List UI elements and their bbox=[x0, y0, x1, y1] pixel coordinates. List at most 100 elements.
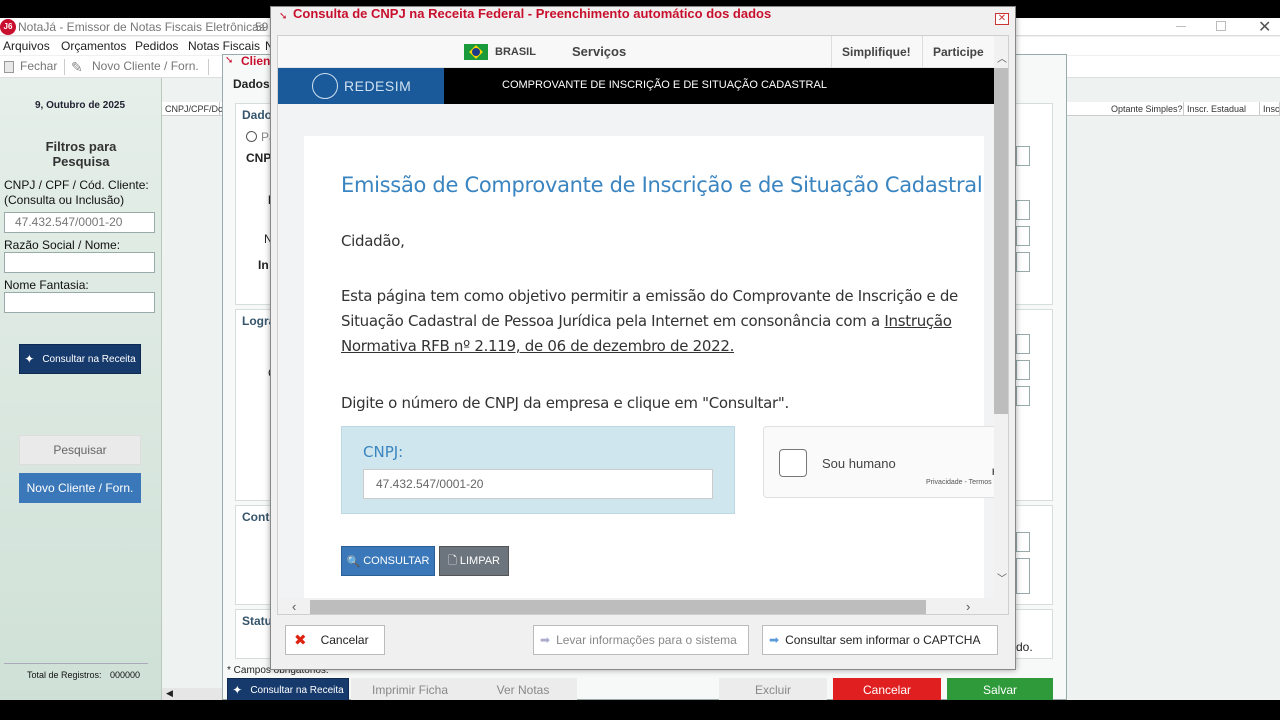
consult-no-captcha-label: Consultar sem informar o CAPTCHA bbox=[785, 633, 981, 647]
field-right-6[interactable] bbox=[1016, 360, 1030, 380]
filters-title: Filtros para Pesquisa bbox=[45, 139, 117, 169]
grid-col-cnpj[interactable]: CNPJ/CPF/Dc bbox=[162, 102, 223, 116]
total-records-label: Total de Registros: bbox=[27, 670, 102, 680]
view-notes-button[interactable]: Ver Notas bbox=[469, 678, 577, 702]
grid-col-inscr-estadual[interactable]: Inscr. Estadual bbox=[1184, 102, 1260, 116]
field-right-7[interactable] bbox=[1016, 532, 1030, 552]
receita-modal: ➘ Consulta de CNPJ na Receita Federal - … bbox=[270, 6, 1016, 670]
gov-services-link[interactable]: Serviços bbox=[572, 44, 626, 59]
instrucao-link-part-2[interactable]: Normativa RFB nº 2.119, de 06 de dezembr… bbox=[341, 334, 981, 359]
gov-bar: BRASIL Serviços Simplifique! Participe bbox=[278, 36, 994, 68]
search-icon: 🔍 bbox=[346, 555, 361, 568]
client-window-tab[interactable]: Dados bbox=[233, 77, 270, 91]
person-type-radio-icon[interactable] bbox=[246, 131, 257, 142]
scroll-left-icon[interactable]: ◀ bbox=[166, 688, 173, 699]
status-text: do. bbox=[1016, 640, 1033, 654]
cnpj-filter-input[interactable]: 47.432.547/0001-20 bbox=[4, 212, 155, 233]
field-right-8[interactable] bbox=[1016, 558, 1030, 594]
cnpj-input[interactable]: 47.432.547/0001-20 bbox=[363, 469, 713, 499]
dropdown-right[interactable] bbox=[1016, 386, 1030, 406]
save-button[interactable]: Salvar bbox=[947, 678, 1053, 702]
scroll-down-icon[interactable]: ﹀ bbox=[997, 570, 1007, 585]
field-label-in: In bbox=[258, 258, 269, 272]
modal-title: Consulta de CNPJ na Receita Federal - Pr… bbox=[293, 6, 772, 21]
scroll-thumb[interactable] bbox=[994, 68, 1008, 414]
modal-cancel-label: Cancelar bbox=[320, 633, 369, 647]
bring-info-label: Levar informações para o sistema bbox=[556, 633, 737, 647]
gov-brasil-link[interactable]: BRASIL bbox=[495, 46, 536, 58]
window-close-icon[interactable]: ✕ bbox=[1258, 17, 1271, 37]
browser-horizontal-scrollbar[interactable]: ‹ › bbox=[278, 598, 994, 614]
gov-divider bbox=[831, 36, 832, 68]
sidebar-consult-receita-button[interactable]: ✦ Consultar na Receita bbox=[19, 344, 141, 374]
section-status-title: Statu bbox=[242, 614, 272, 628]
sidebar-new-client-button[interactable]: Novo Cliente / Forn. bbox=[19, 473, 141, 503]
redesim-logo[interactable]: REDESIM bbox=[278, 68, 444, 104]
minimize-icon[interactable] bbox=[1176, 26, 1186, 27]
red-x-icon: ✖ bbox=[294, 632, 307, 649]
toolbar-close-button[interactable]: Fechar bbox=[20, 56, 57, 76]
arrow-right-icon: ➡ bbox=[540, 633, 551, 647]
sidebar-consult-receita-label: Consultar na Receita bbox=[42, 353, 136, 365]
fantasia-filter-label: Nome Fantasia: bbox=[4, 278, 89, 292]
app-title-extra: 59 bbox=[255, 20, 269, 34]
consult-no-captcha-button[interactable]: ➡ Consultar sem informar o CAPTCHA bbox=[762, 625, 998, 655]
arrow-right-icon: ➡ bbox=[769, 633, 780, 647]
razao-filter-input[interactable] bbox=[4, 252, 155, 273]
scroll-right-icon[interactable]: › bbox=[966, 599, 970, 614]
filter-sidebar: 9, Outubro de 2025 Filtros para Pesquisa… bbox=[0, 78, 162, 700]
page-heading: Emissão de Comprovante de Inscrição e de… bbox=[341, 173, 983, 197]
grid-col-insc[interactable]: Insc bbox=[1260, 102, 1280, 116]
sidebar-search-button[interactable]: Pesquisar bbox=[19, 435, 141, 465]
gov-simplify-link[interactable]: Simplifique! bbox=[842, 45, 911, 59]
menu-orcamentos[interactable]: Orçamentos bbox=[61, 37, 126, 55]
scroll-left-icon[interactable]: ‹ bbox=[292, 599, 296, 614]
hcaptcha-footer-links[interactable]: Privacidade - Termos e C bbox=[926, 479, 1004, 486]
flag-circle bbox=[472, 48, 480, 56]
captcha-label: Sou humano bbox=[822, 456, 896, 471]
cnpj-panel: CNPJ: 47.432.547/0001-20 bbox=[341, 426, 735, 514]
field-right-2[interactable] bbox=[1016, 200, 1030, 220]
hcaptcha-widget: Sou humano hCa Privacidade - Termos e C bbox=[763, 426, 1008, 498]
receita-icon: ✦ bbox=[232, 683, 243, 697]
list-hscroll[interactable]: ◀ bbox=[162, 688, 222, 700]
razao-filter-label: Razão Social / Nome: bbox=[4, 238, 121, 252]
toolbar-separator bbox=[64, 59, 65, 75]
scroll-up-icon[interactable]: ︿ bbox=[997, 50, 1007, 65]
field-right-1[interactable] bbox=[1016, 146, 1030, 166]
cnpj-filter-label: CNPJ / CPF / Cód. Cliente: (Consulta ou … bbox=[4, 178, 149, 207]
receita-icon: ✦ bbox=[24, 352, 35, 366]
browser-vertical-scrollbar[interactable]: ︿ ﹀ bbox=[994, 36, 1008, 614]
print-form-button[interactable]: Imprimir Ficha bbox=[351, 678, 469, 702]
consult-button[interactable]: 🔍 CONSULTAR bbox=[341, 546, 435, 576]
sidebar-divider bbox=[4, 663, 148, 664]
client-cancel-button[interactable]: Cancelar bbox=[833, 678, 941, 702]
bring-info-button[interactable]: ➡ Levar informações para o sistema bbox=[533, 625, 749, 655]
maximize-icon[interactable] bbox=[1216, 21, 1226, 31]
field-right-3[interactable] bbox=[1016, 226, 1030, 246]
toolbar-new-client-button[interactable]: Novo Cliente / Forn. bbox=[92, 56, 199, 76]
captcha-checkbox[interactable] bbox=[779, 449, 807, 477]
field-right-5[interactable] bbox=[1016, 334, 1030, 354]
brazil-flag-icon bbox=[464, 44, 488, 60]
modal-close-icon[interactable]: ✕ bbox=[995, 13, 1009, 25]
grid-col-optante[interactable]: Optante Simples? bbox=[1108, 102, 1184, 116]
app-logo-icon: J6 bbox=[0, 19, 16, 35]
field-right-4[interactable] bbox=[1016, 252, 1030, 272]
app-title: NotaJá - Emissor de Notas Fiscais Eletrô… bbox=[18, 20, 265, 34]
instrucao-link-part-1[interactable]: Instrução bbox=[884, 312, 952, 330]
delete-button[interactable]: Excluir bbox=[719, 678, 827, 702]
menu-pedidos[interactable]: Pedidos bbox=[135, 37, 178, 55]
comprovante-page: Emissão de Comprovante de Inscrição e de… bbox=[304, 136, 1008, 614]
close-door-icon bbox=[4, 61, 14, 73]
modal-cancel-button[interactable]: ✖ Cancelar bbox=[285, 625, 385, 655]
menu-arquivos[interactable]: Arquivos bbox=[3, 37, 50, 55]
hscroll-thumb[interactable] bbox=[310, 600, 926, 614]
client-consult-receita-button[interactable]: ✦ Consultar na Receita bbox=[227, 678, 349, 702]
clear-button-label: LIMPAR bbox=[459, 555, 500, 567]
cnpj-panel-label: CNPJ: bbox=[363, 443, 404, 461]
fantasia-filter-input[interactable] bbox=[4, 292, 155, 313]
gov-participate-link[interactable]: Participe bbox=[933, 45, 984, 59]
menu-notas-fiscais[interactable]: Notas Fiscais bbox=[188, 37, 260, 55]
clear-button[interactable]: 🗋 LIMPAR bbox=[439, 546, 509, 576]
